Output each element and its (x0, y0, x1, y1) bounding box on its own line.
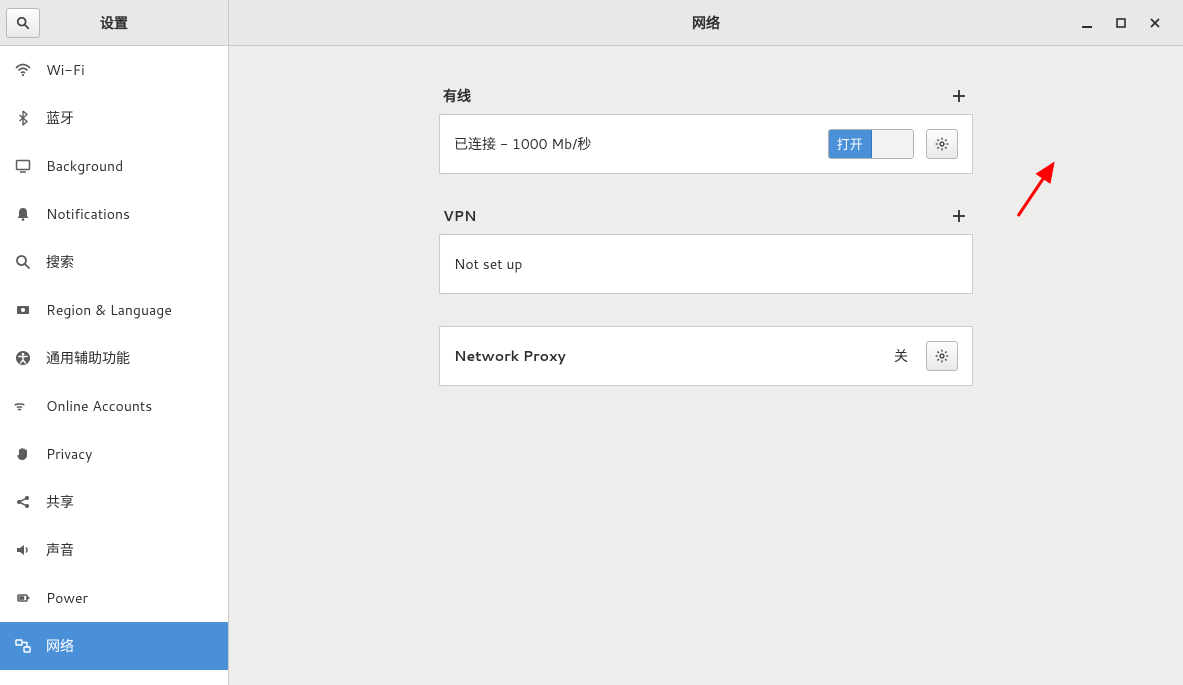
sound-icon (14, 541, 32, 559)
wired-toggle[interactable]: 打开 (828, 129, 914, 159)
sidebar-item-bluetooth[interactable]: 蓝牙 (0, 94, 228, 142)
sidebar-search-button[interactable] (6, 8, 40, 38)
sidebar-header: 设置 (0, 0, 228, 46)
wired-toggle-off-side (872, 130, 914, 158)
vpn-title: VPN (443, 206, 476, 226)
add-wired-button[interactable] (949, 86, 969, 106)
minimize-button[interactable] (1079, 15, 1095, 31)
sidebar-item-label: 共享 (46, 492, 74, 512)
search-icon (14, 253, 32, 271)
wired-section-header: 有线 (439, 86, 973, 114)
vpn-section-header: VPN (439, 206, 973, 234)
share-icon (14, 493, 32, 511)
bell-icon (14, 205, 32, 223)
proxy-card: Network Proxy 关 (439, 326, 973, 386)
search-icon (16, 16, 30, 30)
maximize-button[interactable] (1113, 15, 1129, 31)
sidebar-item-online-accounts[interactable]: ᯤ Online Accounts (0, 382, 228, 430)
sidebar-item-label: Background (46, 156, 123, 176)
wired-title: 有线 (443, 86, 471, 106)
sidebar-item-label: Online Accounts (46, 396, 152, 416)
main-header: 网络 (229, 0, 1183, 46)
sidebar-item-label: 网络 (46, 636, 74, 656)
sidebar-item-label: 通用辅助功能 (46, 348, 130, 368)
main-panel: 网络 有线 已连接 - 1000 Mb/秒 打开 (229, 0, 1183, 685)
accessibility-icon (14, 349, 32, 367)
bluetooth-icon (14, 109, 32, 127)
sidebar-item-label: Power (46, 588, 88, 608)
sidebar-item-label: 声音 (46, 540, 74, 560)
sidebar-item-region[interactable]: Region & Language (0, 286, 228, 334)
proxy-title: Network Proxy (454, 346, 882, 366)
sidebar-item-label: Notifications (46, 204, 130, 224)
cloud-icon: ᯤ (14, 397, 32, 415)
wired-section: 有线 已连接 - 1000 Mb/秒 打开 (439, 86, 973, 174)
vpn-empty-text: Not set up (454, 254, 958, 274)
wired-status-text: 已连接 - 1000 Mb/秒 (454, 134, 816, 154)
sidebar-item-privacy[interactable]: Privacy (0, 430, 228, 478)
power-icon (14, 589, 32, 607)
hand-icon (14, 445, 32, 463)
window-controls (1079, 0, 1177, 46)
wired-card: 已连接 - 1000 Mb/秒 打开 (439, 114, 973, 174)
flag-icon (14, 301, 32, 319)
wired-settings-button[interactable] (926, 129, 958, 159)
monitor-icon (14, 157, 32, 175)
vpn-card: Not set up (439, 234, 973, 294)
gear-icon (935, 137, 949, 151)
sidebar-item-network[interactable]: 网络 (0, 622, 228, 670)
svg-text:ᯤ: ᯤ (14, 398, 25, 414)
sidebar-item-label: 蓝牙 (46, 108, 74, 128)
plus-icon (952, 209, 966, 223)
sidebar-item-label: Privacy (46, 444, 92, 464)
wired-connection-row: 已连接 - 1000 Mb/秒 打开 (440, 115, 972, 173)
sidebar-item-sharing[interactable]: 共享 (0, 478, 228, 526)
sidebar-item-label: Wi-Fi (46, 60, 85, 80)
vpn-section: VPN Not set up (439, 206, 973, 294)
sidebar: 设置 Wi-Fi 蓝牙 Background Notifications 搜索 … (0, 0, 229, 685)
sidebar-item-power[interactable]: Power (0, 574, 228, 622)
sidebar-item-wifi[interactable]: Wi-Fi (0, 46, 228, 94)
page-title: 网络 (692, 13, 720, 33)
proxy-row[interactable]: Network Proxy 关 (440, 327, 972, 385)
annotation-arrow (1013, 156, 1083, 226)
sidebar-item-sound[interactable]: 声音 (0, 526, 228, 574)
plus-icon (952, 89, 966, 103)
gear-icon (935, 349, 949, 363)
wired-toggle-on-label: 打开 (829, 130, 872, 158)
proxy-settings-button[interactable] (926, 341, 958, 371)
sidebar-list: Wi-Fi 蓝牙 Background Notifications 搜索 Reg… (0, 46, 228, 670)
proxy-section: Network Proxy 关 (439, 326, 973, 386)
sidebar-item-accessibility[interactable]: 通用辅助功能 (0, 334, 228, 382)
sidebar-item-search[interactable]: 搜索 (0, 238, 228, 286)
vpn-empty-row: Not set up (440, 235, 972, 293)
proxy-status: 关 (894, 346, 908, 366)
close-button[interactable] (1147, 15, 1163, 31)
network-icon (14, 637, 32, 655)
sidebar-item-notifications[interactable]: Notifications (0, 190, 228, 238)
sidebar-item-background[interactable]: Background (0, 142, 228, 190)
wifi-icon (14, 61, 32, 79)
sidebar-item-label: Region & Language (46, 300, 172, 320)
sidebar-item-label: 搜索 (46, 252, 74, 272)
add-vpn-button[interactable] (949, 206, 969, 226)
content: 有线 已连接 - 1000 Mb/秒 打开 (229, 46, 1183, 418)
